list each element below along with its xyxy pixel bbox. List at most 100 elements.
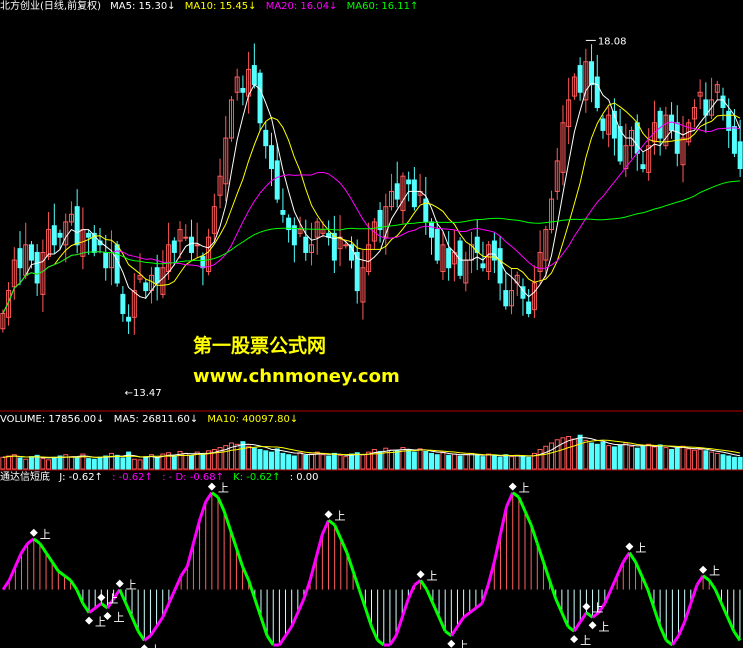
candle-body <box>200 255 206 269</box>
candle-body <box>640 164 646 170</box>
ma20-label: MA20: 16.04↓ <box>265 1 338 12</box>
volume-bar <box>108 452 114 470</box>
indicator-line-segment <box>278 634 287 646</box>
indicator-line-segment <box>57 569 66 577</box>
indicator-line-segment <box>370 625 380 641</box>
indicator-line-segment <box>44 551 54 563</box>
candle-body <box>497 248 503 284</box>
signal-label: 上 <box>40 528 51 541</box>
indicator-line-segment <box>726 616 736 632</box>
indicator-line-segment <box>228 529 238 549</box>
indicator-line-segment <box>333 524 343 540</box>
volume-bar <box>623 442 629 470</box>
indicator-name-label: 通达信短底 <box>0 472 50 483</box>
indicator-line-segment <box>75 588 85 605</box>
volume-bar <box>526 456 532 470</box>
signal-diamond-icon <box>625 542 634 551</box>
volume-bar <box>274 448 280 470</box>
volume-bar <box>120 457 126 470</box>
volume-bar <box>240 441 246 470</box>
candle-body <box>120 293 126 314</box>
indicator-line-segment <box>167 588 177 605</box>
volume-bar <box>720 454 726 470</box>
volume-bar <box>486 453 492 470</box>
chart-canvas[interactable]: 18.08←13.47上上上上上上上上上上上上上上上上上上上 <box>0 0 743 648</box>
indicator-line-segment <box>560 612 570 628</box>
volume-bar <box>337 454 343 470</box>
volume-bar <box>611 446 617 470</box>
stock-chart-window: 18.08←13.47上上上上上上上上上上上上上上上上上上上 北方创业(日线,前… <box>0 0 743 648</box>
volume-ma5-label: MA5: 26811.60↓ <box>113 414 199 425</box>
indicator-line-segment <box>548 579 558 600</box>
volume-bar <box>503 454 509 470</box>
signal-label: 上 <box>709 565 720 578</box>
volume-bar <box>549 442 555 470</box>
volume-bar <box>57 455 63 470</box>
watermark-url: www.chnmoney.com <box>193 366 400 387</box>
indicator-line-segment <box>296 598 306 614</box>
volume-bar <box>417 448 423 470</box>
candle-body <box>51 225 57 246</box>
indicator-line-segment <box>486 561 496 586</box>
volume-bar <box>520 455 526 470</box>
volume-bar <box>726 455 732 470</box>
indicator-line-segment <box>308 556 318 581</box>
ma5-label: MA5: 15.30↓ <box>110 1 176 12</box>
indicator-line-segment <box>314 533 324 558</box>
volume-bar <box>394 450 400 470</box>
volume-ma10-label: MA10: 40097.80↓ <box>207 414 299 425</box>
indicator-line-segment <box>677 621 687 637</box>
volume-bar <box>354 452 360 470</box>
indicator-line-segment <box>394 616 404 637</box>
indicator-line-segment <box>63 574 72 582</box>
volume-bar <box>657 444 663 470</box>
candle-body <box>731 126 737 154</box>
ma20-line <box>2 121 741 314</box>
indicator-line-segment <box>450 625 459 637</box>
candle-body <box>171 240 177 253</box>
volume-bar <box>308 453 314 470</box>
indicator-k-label: K: -0.62↑ <box>233 472 281 483</box>
volume-bar <box>343 456 349 470</box>
signal-diamond-icon <box>324 510 333 519</box>
indicator-line-segment <box>20 542 29 554</box>
volume-bar <box>480 456 486 470</box>
volume-bar <box>686 448 692 470</box>
signal-label: 上 <box>519 482 530 495</box>
volume-bar <box>200 454 206 470</box>
candle-body <box>103 251 109 269</box>
indicator-line-segment <box>339 538 349 554</box>
indicator-line-segment <box>658 625 668 641</box>
volume-bar <box>731 456 737 470</box>
indicator-line-segment <box>1 579 11 591</box>
candle-body <box>268 145 274 170</box>
signal-diamond-icon <box>416 570 425 579</box>
candle-body <box>280 210 286 215</box>
indicator-line-segment <box>191 519 202 544</box>
indicator-line-segment <box>523 510 533 526</box>
volume-bar <box>543 445 549 470</box>
volume-bar <box>474 454 480 470</box>
indicator-line-segment <box>94 602 103 610</box>
volume-bar <box>411 451 417 470</box>
indicator-line-segment <box>130 616 140 632</box>
candle-body <box>34 251 40 284</box>
indicator-line-segment <box>26 537 35 545</box>
candle-body <box>446 248 452 269</box>
volume-bar <box>6 455 12 470</box>
indicator-line-segment <box>542 561 551 581</box>
ma10-label: MA10: 15.45↓ <box>184 1 257 12</box>
signal-diamond-icon <box>508 482 517 491</box>
candle-body <box>657 110 663 139</box>
volume-bar <box>451 453 457 470</box>
indicator-line-segment <box>321 519 330 535</box>
candle-body <box>274 160 280 200</box>
indicator-line-segment <box>634 561 644 577</box>
volume-bar <box>589 442 595 470</box>
indicator-line-segment <box>143 634 152 642</box>
volume-bar <box>571 438 577 470</box>
volume-bar <box>297 452 303 470</box>
volume-bar <box>234 443 240 470</box>
signal-label: 上 <box>580 634 591 647</box>
low-price-label: ←13.47 <box>125 388 162 399</box>
